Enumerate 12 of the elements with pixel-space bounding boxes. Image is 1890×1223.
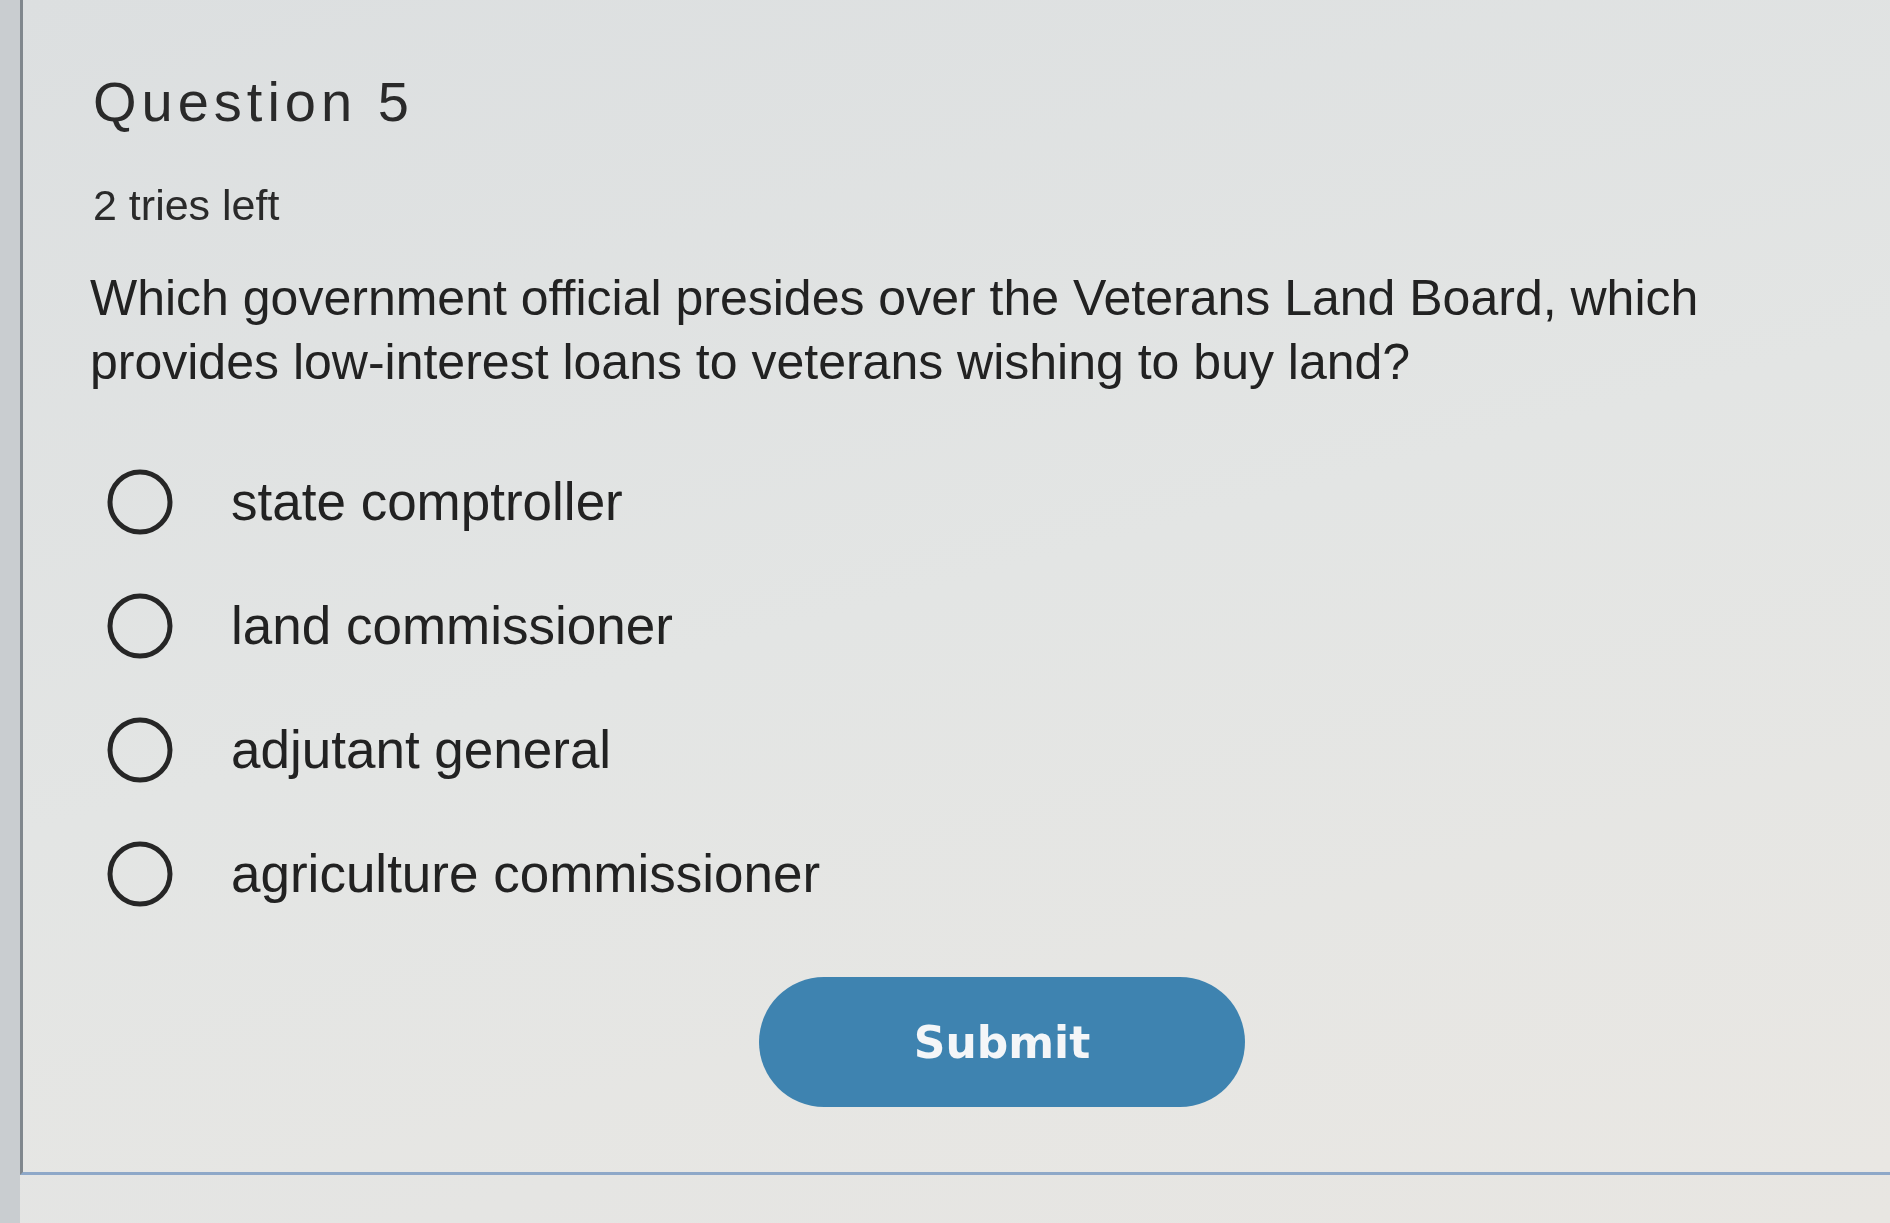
option-label[interactable]: state comptroller: [231, 462, 623, 542]
radio-button[interactable]: [107, 841, 173, 907]
radio-button[interactable]: [107, 717, 173, 783]
radio-button[interactable]: [107, 469, 173, 535]
radio-button[interactable]: [107, 593, 173, 659]
question-text: Which government official presides over the Veterans Land Board, which provides low-interest loans to veterans wishing to buy land?: [90, 269, 1700, 392]
submit-button[interactable]: Submit: [759, 977, 1245, 1107]
option-label[interactable]: agriculture commissioner: [231, 834, 821, 914]
tries-left-text: 2 tries left: [93, 180, 280, 231]
option-label[interactable]: adjutant general: [231, 710, 612, 790]
option-label[interactable]: land commissioner: [231, 586, 673, 666]
question-title: Question 5: [93, 69, 414, 135]
